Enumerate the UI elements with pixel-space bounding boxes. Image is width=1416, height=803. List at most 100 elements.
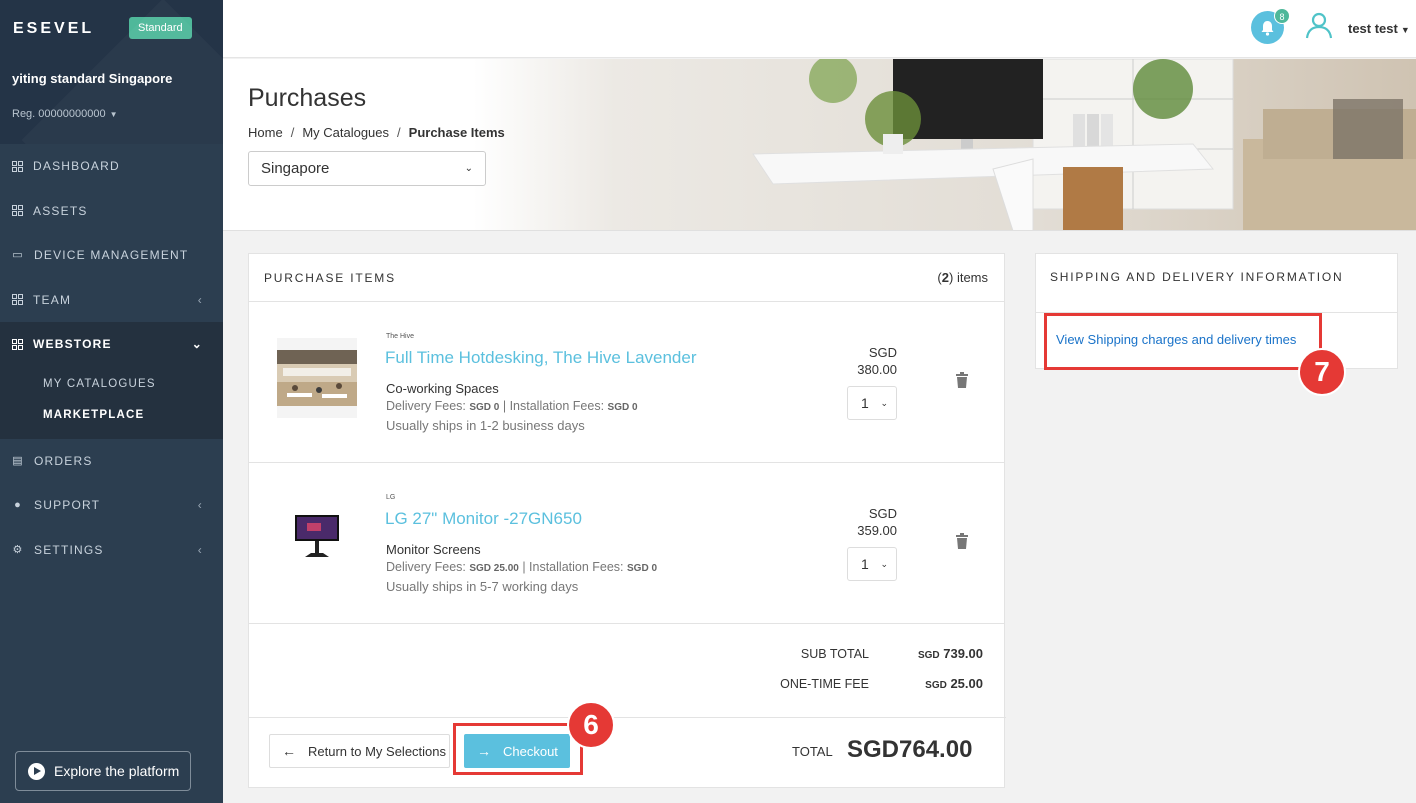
delivery-fee-label: Delivery Fees: (386, 560, 470, 574)
breadcrumb-separator: / (290, 125, 295, 140)
product-fees: Delivery Fees: SGD 0 | Installation Fees… (386, 399, 638, 413)
price-value: 359.00 (857, 523, 897, 538)
sidebar-item-label: ASSETS (33, 203, 88, 218)
return-button-label: Return to My Selections (308, 743, 447, 759)
onetime-fee-currency: SGD (925, 680, 947, 691)
org-reg-dropdown[interactable]: Reg. 00000000000 ▼ (12, 108, 118, 120)
delivery-fee-label: Delivery Fees: (386, 399, 470, 413)
document-icon: ▤ (12, 454, 24, 467)
installation-fee-value: SGD 0 (607, 402, 638, 413)
shipping-panel-title: SHIPPING AND DELIVERY INFORMATION (1036, 254, 1397, 313)
annotation-highlight-shipping (1044, 313, 1322, 370)
sidebar-item-dashboard[interactable]: DASHBOARD (0, 144, 223, 189)
plan-badge: Standard (129, 17, 192, 39)
sidebar-item-my-catalogues[interactable]: MY CATALOGUES (0, 369, 223, 400)
coworking-photo (277, 350, 357, 406)
product-fees: Delivery Fees: SGD 25.00 | Installation … (386, 560, 657, 574)
page-header: Purchases Home / My Catalogues / Purchase It… (223, 59, 1416, 231)
product-brand: LG (386, 494, 396, 501)
sidebar-item-settings[interactable]: ⚙ SETTINGS ‹ (0, 528, 223, 573)
quantity-value: 1 (861, 556, 869, 572)
item-count-value: 2 (941, 270, 949, 285)
sidebar-item-team[interactable]: TEAM ‹ (0, 278, 223, 323)
user-menu[interactable]: test test ▼ (1348, 21, 1410, 36)
chevron-down-icon: ⌄ (191, 337, 203, 352)
sidebar: ESEVEL Standard yiting standard Singapor… (0, 0, 223, 803)
sidebar-item-webstore[interactable]: WEBSTORE ⌄ (0, 322, 223, 367)
page-title: Purchases (248, 84, 367, 112)
explore-label: Explore the platform (54, 763, 180, 779)
chevron-left-icon: ‹ (197, 498, 203, 513)
laptop-icon: ▭ (12, 249, 24, 262)
sidebar-item-support[interactable]: ● SUPPORT ‹ (0, 483, 223, 528)
caret-down-icon: ▼ (109, 110, 118, 119)
breadcrumb: Home / My Catalogues / Purchase Items (248, 125, 505, 140)
price-currency: SGD (868, 345, 897, 360)
sidebar-item-marketplace[interactable]: MARKETPLACE (0, 400, 223, 431)
annotation-step-badge: 6 (567, 701, 615, 749)
delivery-fee-value: SGD 0 (469, 402, 500, 413)
bell-glyph (1261, 20, 1274, 36)
sidebar-item-label: SUPPORT (34, 498, 101, 513)
purchase-items-panel: PURCHASE ITEMS (2) items The Hive Full T… (248, 253, 1006, 788)
grid-icon (12, 338, 23, 350)
explore-platform-button[interactable]: Explore the platform (15, 751, 191, 791)
onetime-fee-amount: 25.00 (946, 676, 983, 691)
breadcrumb-current: Purchase Items (408, 125, 505, 140)
purchase-item-row: The Hive Full Time Hotdesking, The Hive … (249, 302, 1004, 463)
header-banner-image (473, 59, 1416, 230)
grid-icon (12, 160, 23, 172)
user-avatar-icon[interactable] (1305, 11, 1333, 39)
product-image[interactable] (277, 338, 357, 418)
sidebar-item-label: DASHBOARD (33, 159, 120, 174)
notification-count-badge: 8 (1274, 8, 1290, 24)
chevron-down-icon: ⌄ (464, 163, 473, 174)
return-to-selections-button[interactable]: ← Return to My Selections (269, 734, 450, 768)
subtotal-label: SUB TOTAL (800, 647, 869, 661)
org-name: yiting standard Singapore (12, 71, 173, 86)
installation-fee-value: SGD 0 (627, 563, 658, 574)
total-value: SGD764.00 (847, 736, 973, 763)
totals-section: SUB TOTAL SGD 739.00 ONE-TIME FEE SGD 25… (249, 624, 1006, 718)
users-gear-icon: ⚙ (12, 543, 24, 556)
delivery-fee-value: SGD 25.00 (469, 563, 519, 574)
onetime-fee-value: SGD 25.00 (863, 676, 983, 691)
monitor-photo (277, 499, 357, 579)
trash-icon[interactable] (955, 372, 969, 388)
panel-title: PURCHASE ITEMS (264, 270, 396, 285)
sidebar-item-device-management[interactable]: ▭ DEVICE MANAGEMENT (0, 233, 223, 278)
trash-icon[interactable] (955, 533, 969, 549)
breadcrumb-separator: / (397, 125, 401, 140)
product-image[interactable] (277, 499, 357, 579)
breadcrumb-my-catalogues[interactable]: My Catalogues (302, 125, 389, 140)
panel-footer: ← Return to My Selections → Checkout TOT… (249, 718, 1006, 788)
onetime-fee-label: ONE-TIME FEE (780, 677, 869, 691)
sidebar-item-label: ORDERS (34, 453, 93, 468)
product-name-link[interactable]: Full Time Hotdesking, The Hive Lavender (385, 348, 697, 368)
sidebar-nav: DASHBOARD ASSETS ▭ DEVICE MANAGEMENT TEA… (0, 144, 223, 572)
product-brand: The Hive (386, 333, 415, 340)
grid-icon (12, 294, 23, 306)
quantity-value: 1 (861, 395, 869, 411)
sidebar-item-orders[interactable]: ▤ ORDERS (0, 439, 223, 484)
shipping-estimate: Usually ships in 5-7 working days (386, 579, 579, 594)
annotation-step-badge: 7 (1298, 348, 1346, 396)
breadcrumb-home[interactable]: Home (248, 125, 283, 140)
product-name-link[interactable]: LG 27" Monitor -27GN650 (385, 509, 582, 529)
app-logo[interactable]: ESEVEL (13, 20, 94, 38)
total-label: TOTAL (792, 744, 833, 759)
country-select[interactable]: Singapore ⌄ (248, 151, 486, 186)
product-category: Co-working Spaces (386, 381, 499, 396)
subtotal-amount: 739.00 (939, 646, 983, 661)
purchase-item-row: LG LG 27" Monitor -27GN650 Monitor Scree… (249, 463, 1004, 624)
org-reg-label: Reg. 00000000000 (12, 108, 106, 120)
quantity-select[interactable]: 1 ⌄ (847, 386, 897, 420)
quantity-select[interactable]: 1 ⌄ (847, 547, 897, 581)
sidebar-item-assets[interactable]: ASSETS (0, 189, 223, 234)
play-icon (28, 762, 45, 780)
sidebar-header: ESEVEL Standard yiting standard Singapor… (0, 0, 223, 144)
sidebar-item-label: SETTINGS (34, 542, 104, 557)
sidebar-item-label: WEBSTORE (33, 337, 112, 352)
user-name-label: test test (1348, 21, 1398, 36)
product-category: Monitor Screens (386, 542, 481, 557)
